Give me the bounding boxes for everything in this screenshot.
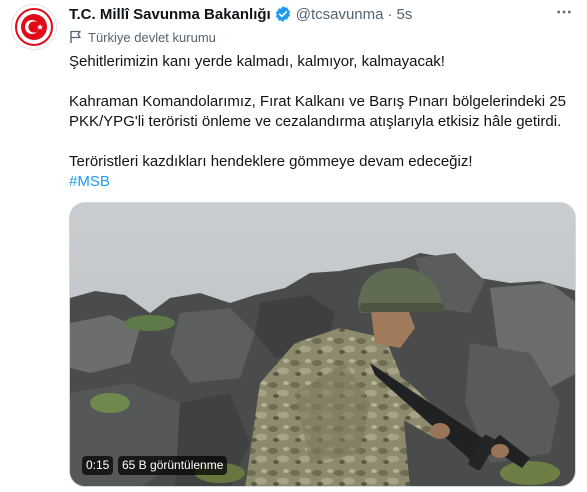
video-duration: 0:15: [82, 456, 114, 475]
separator-dot: ·: [387, 5, 393, 23]
handle[interactable]: @tcsavunma: [296, 6, 384, 23]
video-view-count: 65 B görüntülenme: [118, 456, 228, 475]
tweet-line: Şehitlerimizin kanı yerde kalmadı, kalmı…: [69, 53, 445, 70]
verified-badge-icon: [274, 5, 292, 23]
government-label-text: Türkiye devlet kurumu: [88, 29, 216, 45]
flag-icon: [69, 30, 83, 44]
video-thumbnail: [70, 203, 575, 486]
timestamp[interactable]: 5s: [396, 6, 412, 23]
more-options-icon[interactable]: [555, 3, 573, 26]
tweet-line: Kahraman Komandolarımız, Fırat Kalkanı v…: [69, 93, 566, 110]
government-label[interactable]: Türkiye devlet kurumu: [69, 28, 216, 46]
tweet-card[interactable]: T.C. Millî Savunma Bakanlığı @tcsavunma …: [0, 0, 587, 492]
tweet-text: Şehitlerimizin kanı yerde kalmadı, kalmı…: [69, 52, 577, 192]
hashtag-link[interactable]: #MSB: [69, 172, 577, 192]
avatar[interactable]: [11, 4, 57, 50]
msb-logo-icon: [15, 8, 53, 46]
video-player[interactable]: 0:15 65 B görüntülenme: [69, 202, 576, 487]
display-name[interactable]: T.C. Millî Savunma Bakanlığı: [69, 6, 271, 23]
tweet-line: PKK/YPG'li teröristi önleme ve cezalandı…: [69, 113, 562, 130]
tweet-line: Teröristleri kazdıkları hendeklere gömme…: [69, 153, 473, 170]
tweet-header: T.C. Millî Savunma Bakanlığı @tcsavunma …: [69, 4, 573, 24]
